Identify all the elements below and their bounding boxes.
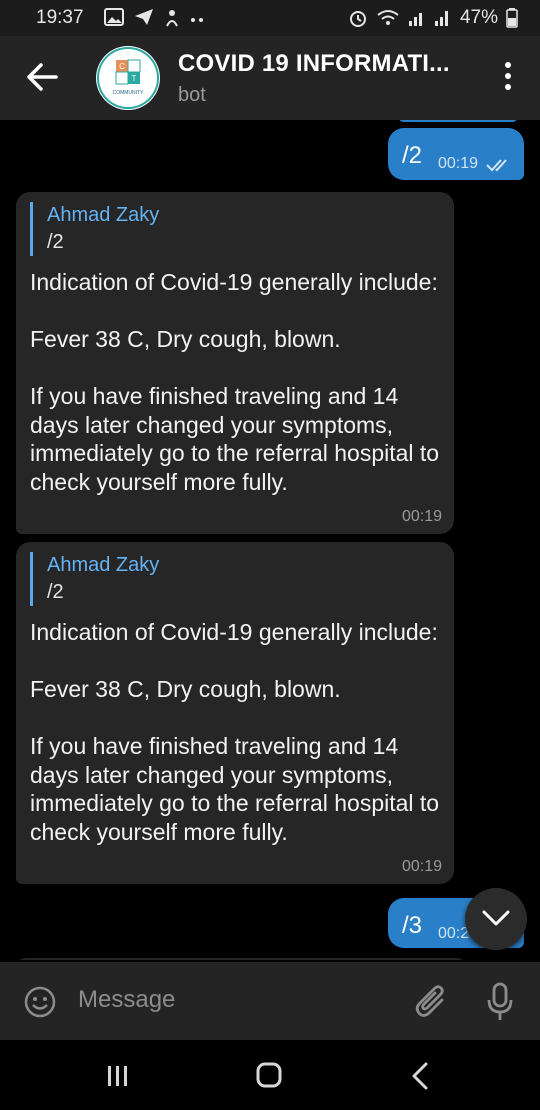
overflow-menu-icon[interactable] (502, 62, 514, 96)
outgoing-message[interactable]: /2 00:19 (388, 128, 524, 180)
cloud-icon (166, 10, 178, 27)
reply-author: Ahmad Zaky (47, 554, 160, 576)
chat-subtitle: bot (178, 84, 206, 106)
battery-percent: 47% (459, 7, 498, 28)
community-logo: C T COMMUNITY (97, 47, 159, 109)
emoji-icon[interactable] (24, 986, 56, 1018)
chat-title[interactable]: COVID 19 INFORMATI... (178, 50, 450, 78)
more-dots-icon (191, 18, 203, 22)
wifi-icon (377, 10, 399, 25)
message-text: Indication of Covid-19 generally include… (30, 619, 440, 845)
chevron-down-icon (482, 910, 510, 926)
signal-icon (408, 13, 422, 26)
message-text: /2 (402, 142, 423, 169)
paperclip-icon[interactable] (414, 984, 448, 1020)
reply-author: Ahmad Zaky (47, 204, 160, 226)
svg-text:T: T (132, 74, 137, 83)
nav-back-icon[interactable] (410, 1062, 430, 1090)
reply-quote[interactable]: Ahmad Zaky /2 (30, 552, 159, 606)
alarm-icon (349, 11, 366, 27)
gallery-icon (104, 8, 124, 26)
telegram-send-icon (135, 9, 153, 25)
scroll-to-bottom-button[interactable] (465, 888, 527, 950)
back-arrow-icon[interactable] (26, 60, 58, 94)
previous-message-edge (398, 120, 518, 122)
microphone-icon[interactable] (486, 982, 514, 1022)
svg-text:C: C (119, 62, 125, 71)
message-time: 00:19 (401, 858, 442, 875)
double-check-icon (486, 159, 507, 172)
incoming-message[interactable]: Ahmad Zaky /2 Indication of Covid-19 gen… (16, 192, 454, 534)
reply-text: /2 (47, 581, 64, 603)
status-time: 19:37 (36, 7, 84, 28)
incoming-message[interactable]: Ahmad Zaky /2 Indication of Covid-19 gen… (16, 542, 454, 884)
svg-text:COMMUNITY: COMMUNITY (113, 90, 144, 96)
message-text: /3 (402, 912, 423, 939)
chat-header: C T COMMUNITY COVID 19 INFORMATI... bot (0, 36, 540, 120)
signal-icon (434, 11, 448, 26)
battery-icon (506, 8, 518, 28)
reply-quote[interactable]: Ahmad Zaky /2 (30, 202, 159, 256)
message-time: 00:19 (438, 155, 479, 172)
message-text: Indication of Covid-19 generally include… (30, 269, 440, 495)
reply-text: /2 (47, 231, 64, 253)
home-icon[interactable] (256, 1062, 282, 1088)
message-time: 00:19 (401, 508, 442, 525)
message-time: 00:2 (438, 925, 470, 942)
system-navigation-bar (0, 1040, 540, 1110)
bot-avatar[interactable]: C T COMMUNITY (96, 46, 160, 110)
recent-apps-icon[interactable] (106, 1064, 130, 1088)
next-message-edge (16, 958, 466, 960)
message-composer (0, 962, 540, 1040)
message-input[interactable] (78, 986, 378, 1014)
status-bar: 19:37 47% (0, 0, 540, 36)
message-list[interactable]: /2 00:19 Ahmad Zaky /2 Indication of Cov… (0, 120, 540, 960)
